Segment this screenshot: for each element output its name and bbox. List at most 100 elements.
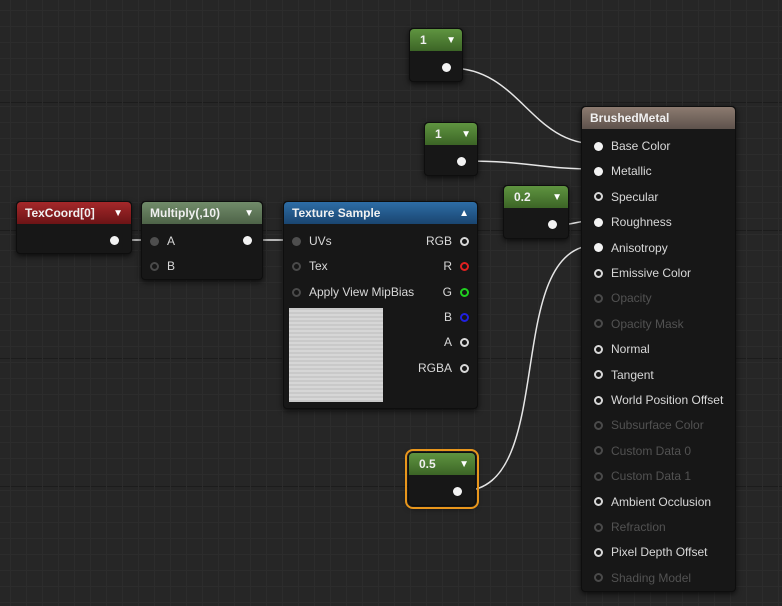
output-pin[interactable] [548, 220, 557, 229]
pin-label: Opacity Mask [611, 316, 684, 331]
input-pin [594, 446, 603, 456]
output-rgba[interactable]: RGBA [418, 361, 469, 375]
output-pin[interactable] [442, 63, 451, 72]
pin-label: Tangent [611, 367, 654, 382]
input-pin[interactable] [594, 166, 603, 176]
chevron-down-icon[interactable]: ▼ [459, 459, 469, 470]
output-pin[interactable] [110, 236, 119, 245]
constant-node-1[interactable]: 1 ▼ [409, 28, 463, 82]
output-pin[interactable] [457, 157, 466, 166]
pin-label: Refraction [611, 520, 666, 534]
node-title: Multiply(,10) [150, 206, 221, 220]
chevron-down-icon[interactable]: ▼ [552, 192, 562, 203]
constant-value: 0.5 [419, 457, 436, 471]
output-b[interactable]: B [444, 310, 469, 324]
material-input-world-position-offset[interactable]: World Position Offset [594, 393, 723, 407]
pin-label: Specular [611, 189, 659, 204]
material-input-emissive-color[interactable]: Emissive Color [594, 266, 691, 280]
output-pin[interactable] [460, 261, 469, 271]
input-pin[interactable] [594, 547, 603, 557]
input-pin [594, 420, 603, 430]
material-input-tangent[interactable]: Tangent [594, 368, 654, 382]
pin-label: Custom Data 0 [611, 443, 692, 458]
output-a[interactable]: A [444, 335, 469, 349]
material-input-custom-data-0: Custom Data 0 [594, 444, 691, 458]
material-input-pixel-depth-offset[interactable]: Pixel Depth Offset [594, 545, 708, 559]
material-input-normal[interactable]: Normal [594, 342, 650, 356]
material-input-specular[interactable]: Specular [594, 190, 658, 204]
material-input-ambient-occlusion[interactable]: Ambient Occlusion [594, 495, 711, 509]
constant-node-anisotropy[interactable]: 0.5 ▼ [405, 449, 479, 509]
input-tex[interactable]: Tex [292, 259, 328, 273]
material-input-subsurface-color: Subsurface Color [594, 418, 704, 432]
input-pin[interactable] [594, 243, 603, 253]
input-pin[interactable] [594, 497, 603, 507]
input-pin [594, 471, 603, 481]
pin-label: Ambient Occlusion [611, 494, 712, 509]
input-pin[interactable] [594, 370, 603, 380]
pin-label: B [167, 259, 176, 273]
input-pin[interactable] [594, 268, 603, 278]
output-pin[interactable] [460, 312, 469, 322]
material-input-roughness[interactable]: Roughness [594, 215, 672, 229]
chevron-up-icon[interactable]: ▲ [459, 208, 469, 219]
material-input-metallic[interactable]: Metallic [594, 164, 652, 178]
output-pin[interactable] [243, 236, 252, 245]
chevron-down-icon[interactable]: ▼ [244, 208, 254, 219]
pin-label: Pixel Depth Offset [611, 545, 708, 560]
input-pin[interactable] [594, 395, 603, 405]
output-pin[interactable] [453, 487, 462, 496]
input-pin [594, 293, 603, 303]
material-input-base-color[interactable]: Base Color [594, 139, 670, 153]
pin-label: Shading Model [611, 570, 692, 585]
material-result-node[interactable]: BrushedMetal Base Color Metallic Specular R… [581, 106, 736, 592]
output-pin[interactable] [460, 337, 469, 347]
input-pin[interactable] [594, 217, 603, 227]
output-pin[interactable] [460, 363, 469, 373]
material-input-shading-model: Shading Model [594, 571, 691, 585]
input-mipbias[interactable]: Apply View MipBias [292, 285, 414, 299]
multiply-node[interactable]: Multiply(,10) ▼ A B [141, 201, 263, 280]
material-input-custom-data-1: Custom Data 1 [594, 469, 691, 483]
chevron-down-icon[interactable]: ▼ [113, 208, 123, 219]
pin-label: Roughness [611, 215, 672, 230]
material-input-anisotropy[interactable]: Anisotropy [594, 241, 668, 255]
pin-label: A [167, 234, 176, 248]
input-pin[interactable] [594, 192, 603, 202]
constant-value: 1 [420, 33, 427, 47]
input-pin [594, 319, 603, 329]
input-pin[interactable] [594, 344, 603, 354]
output-g[interactable]: G [443, 285, 469, 299]
input-pin[interactable] [150, 236, 159, 246]
node-title: Texture Sample [292, 206, 381, 220]
output-pin[interactable] [460, 287, 469, 297]
input-a[interactable]: A [150, 234, 175, 248]
constant-node-roughness[interactable]: 0.2 ▼ [503, 185, 569, 239]
pin-label: Emissive Color [611, 266, 692, 280]
input-uvs[interactable]: UVs [292, 234, 332, 248]
input-pin[interactable] [150, 261, 159, 271]
wire-anisotropy [461, 244, 598, 492]
input-pin[interactable] [292, 261, 301, 271]
material-input-opacity: Opacity [594, 291, 652, 305]
input-pin[interactable] [292, 236, 301, 246]
wire-metallic [464, 160, 598, 170]
pin-label: Apply View MipBias [309, 285, 415, 299]
constant-value: 1 [435, 127, 442, 141]
output-pin[interactable] [460, 236, 469, 246]
pin-label: Subsurface Color [611, 418, 704, 433]
constant-node-2[interactable]: 1 ▼ [424, 122, 478, 176]
input-pin[interactable] [292, 287, 301, 297]
pin-label: Metallic [611, 164, 652, 179]
chevron-down-icon[interactable]: ▼ [446, 35, 456, 46]
output-rgb[interactable]: RGB [426, 234, 469, 248]
input-pin[interactable] [594, 141, 603, 151]
chevron-down-icon[interactable]: ▼ [461, 129, 471, 140]
input-b[interactable]: B [150, 259, 175, 273]
pin-label: Base Color [611, 139, 671, 153]
output-r[interactable]: R [443, 259, 469, 273]
node-title: TexCoord[0] [25, 206, 95, 220]
texture-sample-node[interactable]: Texture Sample ▲ UVs Tex Apply View MipBi… [283, 201, 478, 409]
texcoord-node[interactable]: TexCoord[0] ▼ [16, 201, 132, 254]
input-pin [594, 522, 603, 532]
